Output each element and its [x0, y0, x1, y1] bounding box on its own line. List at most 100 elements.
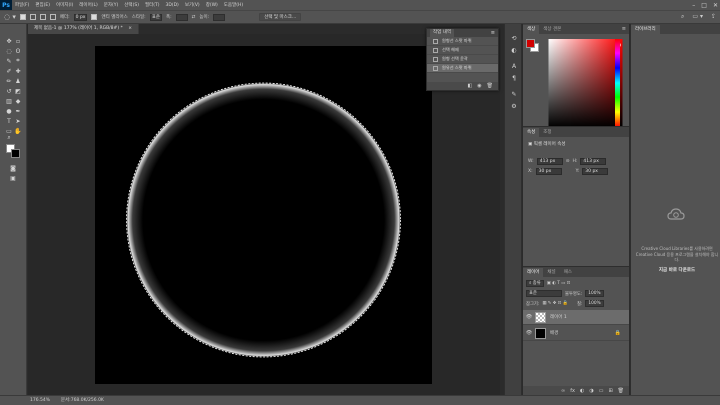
- path-select-icon[interactable]: ➤: [14, 117, 22, 125]
- new-document-from-state-icon[interactable]: ◧: [468, 83, 473, 89]
- minimize-button[interactable]: –: [692, 2, 695, 9]
- blend-mode-select[interactable]: 표준: [526, 290, 562, 297]
- document-tab[interactable]: 제목 없음-1 @ 177% (레이어 1, RGB/8#) * ×: [28, 24, 139, 34]
- healing-brush-icon[interactable]: ✚: [14, 67, 22, 75]
- zoom-tool-icon[interactable]: ⌕: [5, 134, 13, 142]
- menu-edit[interactable]: 편집(E): [32, 2, 53, 8]
- antialias-checkbox[interactable]: [91, 14, 98, 20]
- link-layers-icon[interactable]: ∞: [561, 388, 565, 394]
- workspace-icon[interactable]: ▭ ▾: [692, 13, 703, 21]
- new-layer-icon[interactable]: ⊞: [608, 388, 612, 394]
- feather-input[interactable]: 0 px: [73, 13, 88, 21]
- marquee-tool-preset-icon[interactable]: ◌ ▾: [4, 13, 16, 21]
- layer-mask-icon[interactable]: ◐: [580, 388, 584, 394]
- x-field[interactable]: 30 px: [535, 168, 562, 175]
- brush-tool-icon[interactable]: ✏: [5, 77, 13, 85]
- width-input[interactable]: [175, 13, 188, 21]
- menu-window[interactable]: 창(W): [203, 2, 221, 8]
- new-selection-icon[interactable]: [19, 14, 26, 20]
- lasso-tool-icon[interactable]: ʘ: [14, 47, 22, 55]
- blur-tool-icon[interactable]: ◆: [14, 97, 22, 105]
- close-button[interactable]: ✕: [713, 2, 718, 9]
- tab-properties[interactable]: 속성: [523, 128, 540, 137]
- snapshot-icon[interactable]: ◉: [477, 83, 481, 89]
- move-tool-icon[interactable]: ✥: [5, 37, 13, 45]
- tab-color[interactable]: 색상: [523, 25, 540, 34]
- style-select[interactable]: 표준: [149, 13, 162, 21]
- menu-view[interactable]: 보기(V): [182, 2, 203, 8]
- add-selection-icon[interactable]: [29, 14, 36, 20]
- menu-type[interactable]: 문자(Y): [101, 2, 122, 8]
- zoom-level[interactable]: 176.54%: [30, 398, 50, 403]
- adjustment-layer-icon[interactable]: ◑: [589, 388, 593, 394]
- swap-icon[interactable]: ⇄: [192, 15, 196, 20]
- tab-adjustments[interactable]: 조정: [539, 128, 555, 137]
- gradient-tool-icon[interactable]: ▥: [5, 97, 13, 105]
- pen-tool-icon[interactable]: ✒: [14, 107, 22, 115]
- history-menu-icon[interactable]: ≡: [491, 30, 495, 36]
- lock-icons[interactable]: ▦ ✎ ✥ ⊡ 🔒: [542, 301, 568, 306]
- paragraph-panel-icon[interactable]: ¶: [510, 74, 518, 82]
- artboard-tool-icon[interactable]: ▫: [14, 37, 22, 45]
- layer-row[interactable]: 👁 배경 🔒: [523, 326, 629, 341]
- tab-channels[interactable]: 채널: [543, 268, 559, 277]
- delete-layer-icon[interactable]: 🗑: [618, 388, 624, 394]
- subtract-selection-icon[interactable]: [39, 14, 46, 20]
- intersect-selection-icon[interactable]: [49, 14, 56, 20]
- clone-stamp-icon[interactable]: ♟: [14, 77, 22, 85]
- tab-swatches[interactable]: 색상 견본: [539, 25, 565, 34]
- tab-layers[interactable]: 레이어: [523, 268, 544, 277]
- layer-style-icon[interactable]: fx: [570, 388, 575, 394]
- document-close-icon[interactable]: ×: [128, 26, 132, 31]
- menu-help[interactable]: 도움말(H): [221, 2, 246, 8]
- tab-libraries[interactable]: 라이브러리: [631, 25, 660, 34]
- type-tool-icon[interactable]: T: [5, 117, 13, 125]
- background-color-swatch[interactable]: [11, 149, 20, 158]
- tab-paths[interactable]: 패스: [560, 268, 576, 277]
- search-icon[interactable]: ⌕: [681, 13, 684, 21]
- character-panel-icon[interactable]: A: [510, 62, 518, 70]
- screen-mode-icon[interactable]: ▣: [9, 174, 17, 182]
- visibility-eye-icon[interactable]: 👁: [525, 314, 533, 320]
- y-field[interactable]: 30 px: [582, 168, 609, 175]
- fill-input[interactable]: 100%: [585, 300, 604, 307]
- layer-filter-select[interactable]: ⌕ 종류: [526, 280, 544, 287]
- hand-tool-icon[interactable]: ✋: [14, 127, 22, 135]
- link-icon[interactable]: ⊝: [566, 159, 570, 164]
- height-input[interactable]: [213, 13, 226, 21]
- visibility-eye-icon[interactable]: 👁: [525, 330, 533, 336]
- menu-select[interactable]: 선택(S): [121, 2, 142, 8]
- history-item[interactable]: 원형 선택 윤곽: [427, 55, 498, 64]
- history-brush-icon[interactable]: ↺: [5, 87, 13, 95]
- maximize-button[interactable]: □: [701, 2, 707, 9]
- opacity-input[interactable]: 100%: [585, 290, 604, 297]
- menu-image[interactable]: 이미지(I): [53, 2, 76, 8]
- document-info[interactable]: 문서:768.0K/256.0K: [61, 398, 104, 403]
- quick-mask-icon[interactable]: ◙: [9, 164, 17, 172]
- select-and-mask-button[interactable]: 선택 및 마스크...: [259, 13, 302, 21]
- menu-layer[interactable]: 레이어(L): [76, 2, 100, 8]
- quick-select-icon[interactable]: ✎: [5, 57, 13, 65]
- adjustments-panel-icon[interactable]: ◐: [510, 46, 518, 54]
- download-link[interactable]: 지금 바로 다운로드: [635, 267, 719, 273]
- menu-filter[interactable]: 필터(T): [142, 2, 163, 8]
- share-icon[interactable]: ⇪: [711, 13, 716, 21]
- canvas[interactable]: [95, 46, 432, 384]
- hue-slider[interactable]: [615, 39, 620, 127]
- tab-history[interactable]: 작업 내역: [430, 29, 454, 37]
- menu-3d[interactable]: 3D(D): [163, 3, 182, 8]
- width-field[interactable]: 413 px: [536, 158, 563, 165]
- history-item[interactable]: 원형선 스팟 마퀴: [427, 37, 498, 46]
- foreground-color-chip[interactable]: [526, 39, 535, 48]
- filter-icons[interactable]: ▣ ◐ T ▭ ⊡: [547, 281, 571, 286]
- crop-tool-icon[interactable]: ⌗: [14, 57, 22, 65]
- history-item[interactable]: 선택 해제: [427, 46, 498, 55]
- dodge-tool-icon[interactable]: ●: [5, 107, 13, 115]
- group-icon[interactable]: ▭: [599, 388, 604, 394]
- tool-presets-icon[interactable]: ⚙: [510, 102, 518, 110]
- history-panel-icon[interactable]: ⟲: [510, 34, 518, 42]
- height-field[interactable]: 413 px: [580, 158, 607, 165]
- history-item-active[interactable]: 원유선 스팟 마퀴: [427, 64, 498, 73]
- eyedropper-icon[interactable]: ✐: [5, 67, 13, 75]
- color-menu-icon[interactable]: ≡: [622, 25, 626, 34]
